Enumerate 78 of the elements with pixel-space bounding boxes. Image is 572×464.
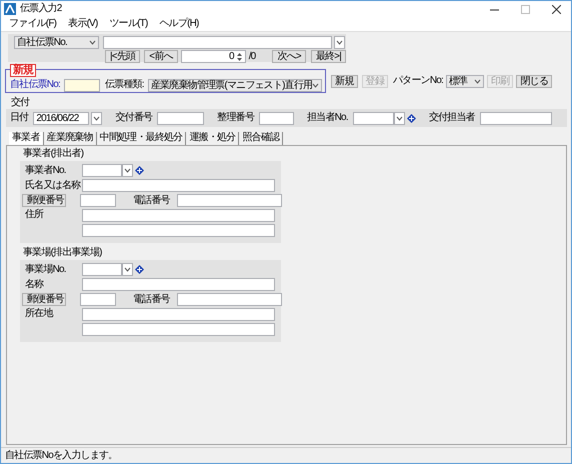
input-field[interactable] — [82, 179, 275, 192]
lookup-icon[interactable] — [135, 265, 144, 274]
caret-icon — [474, 78, 481, 84]
field-label: 担当者No. — [307, 112, 348, 124]
section-label: 交付 — [11, 97, 30, 109]
input-field[interactable] — [259, 112, 294, 124]
caret-icon — [396, 116, 403, 120]
field-label: パターンNo: — [393, 75, 443, 87]
input-field[interactable] — [80, 194, 116, 207]
field-label: 事業者No. — [24, 164, 67, 176]
group-title: 事業者(排出者) — [23, 148, 84, 160]
input-field[interactable] — [352, 112, 394, 124]
field-label: 所在地 — [24, 308, 54, 320]
voucher-type-select[interactable]: 産業廃棄物管理票(マニフェスト)直行用 — [148, 78, 322, 92]
position-field[interactable]: 0 — [180, 50, 246, 63]
search-key-select[interactable]: 自社伝票No. — [14, 36, 99, 49]
new-badge: 新規 — [10, 64, 36, 77]
caret-icon — [336, 40, 343, 45]
postal-code-button[interactable]: 郵便番号 — [22, 194, 66, 207]
status-text: 自社伝票Noを入力します。 — [5, 450, 118, 461]
menu-item[interactable]: ファイル(F) — [9, 18, 56, 30]
postal-code-button[interactable]: 郵便番号 — [22, 293, 66, 306]
input-field[interactable] — [82, 278, 275, 291]
field-label: 電話番号 — [133, 194, 170, 206]
input-field[interactable] — [80, 293, 116, 306]
first-button[interactable]: |<先頭 — [105, 50, 140, 63]
caret-icon — [312, 82, 320, 88]
input-field[interactable] — [157, 112, 204, 124]
dropdown-button[interactable] — [334, 36, 345, 49]
caret-icon — [124, 168, 131, 173]
voucher-number-field[interactable] — [64, 78, 100, 92]
pattern-select[interactable]: 標準 — [446, 74, 484, 88]
field-label: 日付 — [10, 112, 28, 124]
field-label: 伝票種類: — [104, 79, 144, 91]
dropdown-button[interactable] — [122, 263, 133, 276]
field-label: 電話番号 — [133, 294, 170, 306]
close-icon[interactable] — [552, 4, 561, 14]
next-button[interactable]: 次へ> — [272, 50, 306, 63]
maximize-icon[interactable] — [521, 4, 530, 14]
spinner-icon[interactable] — [236, 52, 243, 62]
field-label: 事業場No. — [24, 264, 67, 276]
tab[interactable]: 事業者 — [9, 132, 44, 145]
menu-item[interactable]: ツール(T) — [110, 18, 148, 30]
group-title: 事業場(排出事業場) — [23, 247, 102, 259]
window-title: 伝票入力2 — [20, 3, 62, 15]
date-field[interactable]: 2016/06/22 — [33, 112, 90, 124]
input-field[interactable] — [82, 263, 122, 276]
lookup-icon[interactable] — [135, 166, 144, 175]
dropdown-button[interactable] — [122, 164, 133, 177]
input-field[interactable] — [176, 194, 282, 207]
action-button[interactable]: 新規 — [331, 74, 358, 88]
input-field[interactable] — [82, 308, 275, 321]
search-field[interactable] — [103, 36, 332, 49]
field-label: 氏名又は名称 — [24, 180, 82, 192]
dropdown-button[interactable] — [394, 112, 405, 124]
caret-icon — [93, 116, 100, 120]
input-field[interactable] — [82, 323, 275, 336]
input-field[interactable] — [82, 164, 122, 177]
input-field[interactable] — [82, 209, 275, 222]
input-field[interactable] — [82, 224, 275, 237]
menu-item[interactable]: ヘルプ(H) — [159, 18, 199, 30]
field-label: 名称 — [24, 278, 44, 290]
field-label: 整理番号 — [217, 112, 254, 124]
action-button[interactable]: 閉じる — [516, 74, 552, 88]
menu-item[interactable]: 表示(V) — [68, 18, 98, 30]
field-label: 交付担当者 — [428, 112, 475, 124]
field-label: 住所 — [24, 209, 45, 221]
field-label: 自社伝票No: — [10, 79, 60, 91]
lookup-icon[interactable] — [406, 114, 416, 122]
field-label: 交付番号 — [115, 112, 152, 124]
last-button[interactable]: 最終>| — [310, 50, 346, 63]
total-count: /0 — [248, 50, 257, 62]
previous-button[interactable]: <前へ — [144, 50, 178, 63]
input-field[interactable] — [176, 293, 282, 306]
dropdown-button[interactable] — [91, 112, 102, 124]
input-field[interactable] — [480, 112, 552, 124]
caret-icon — [124, 267, 131, 272]
caret-icon — [89, 40, 96, 45]
